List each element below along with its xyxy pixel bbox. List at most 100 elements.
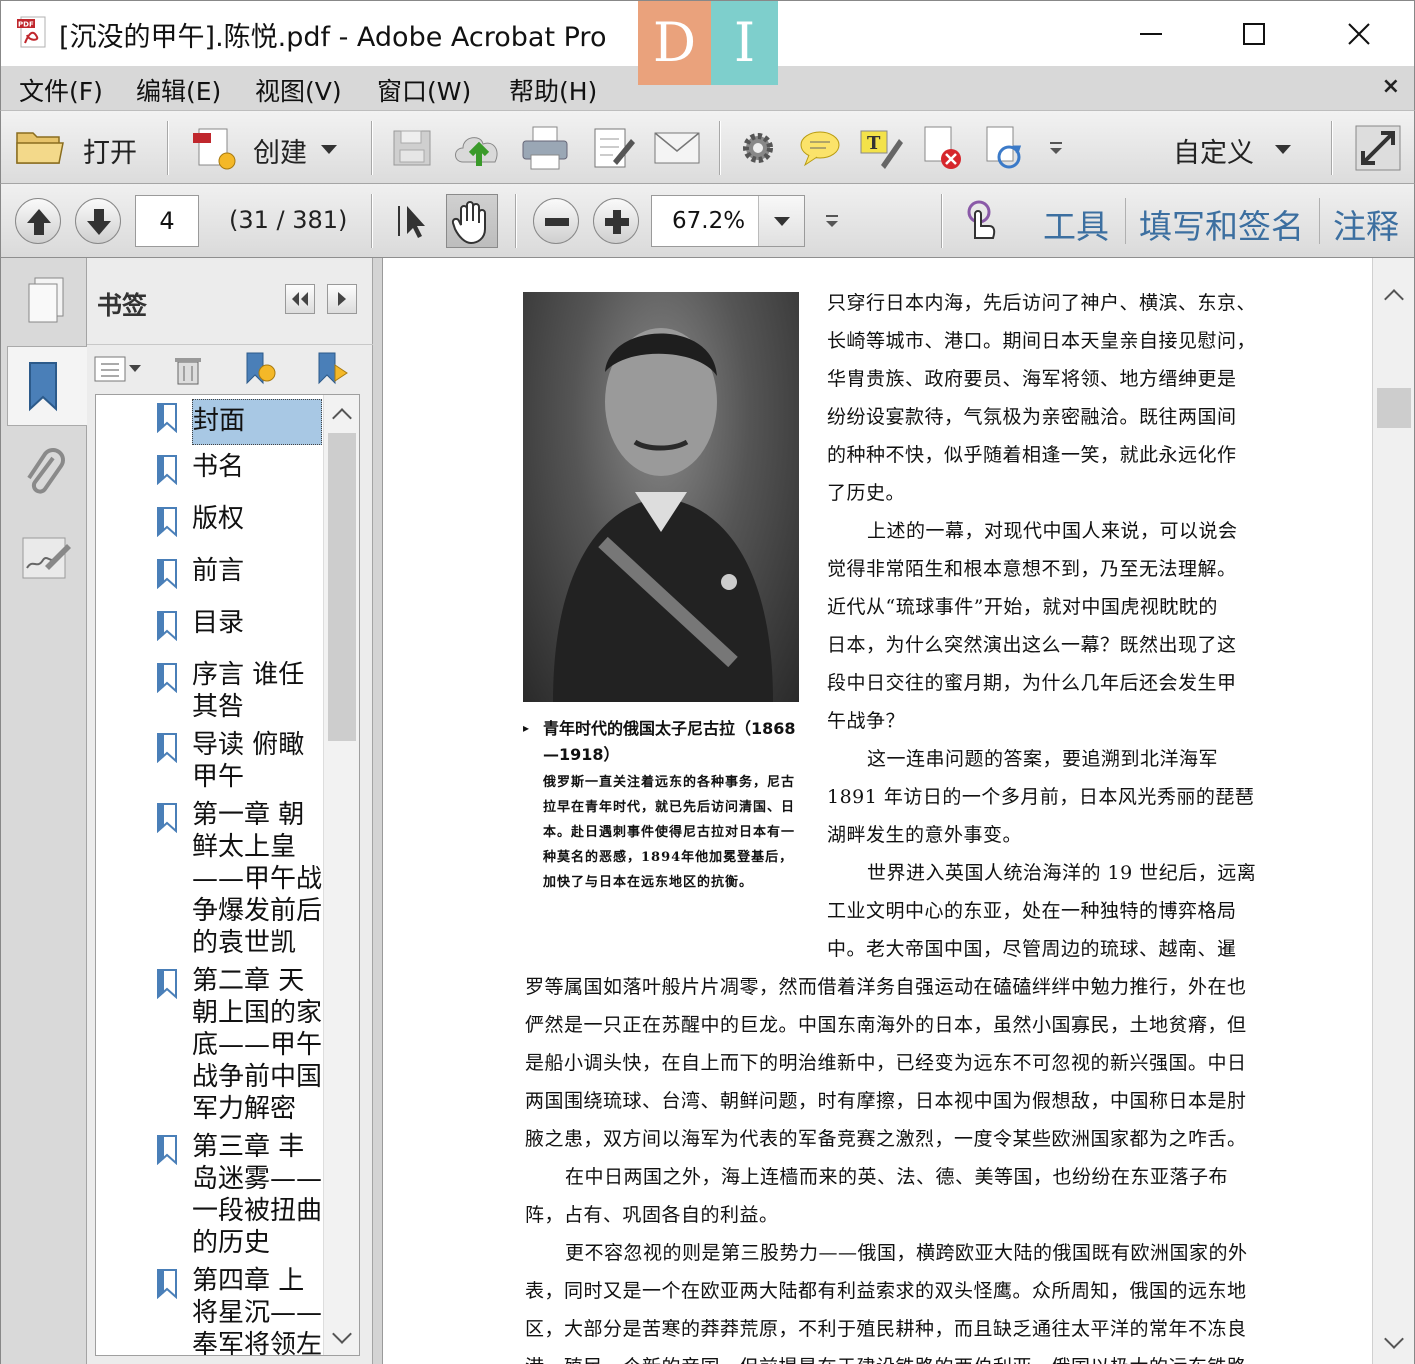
fill-sign-panel-link[interactable]: 填写和签名: [1139, 200, 1304, 248]
watermark-letter-i: I: [711, 1, 778, 85]
tools-panel-link[interactable]: 工具: [1043, 200, 1109, 248]
portrait-photo: [523, 292, 799, 702]
document-view[interactable]: ▸ 青年时代的俄国太子尼古拉（1868—1918） 俄罗斯一直关注着远东的各种事…: [382, 258, 1372, 1364]
bookmark-label: 序言 谁任其咎: [192, 660, 305, 722]
bookmark-item[interactable]: 前言: [96, 555, 324, 605]
arrow-up-icon: [27, 209, 51, 235]
maximize-button[interactable]: [1229, 9, 1279, 59]
bookmarks-tab[interactable]: [7, 346, 88, 426]
text-line: 腋之患，双方间以海军为代表的军备竞赛之激烈，一度令某些欧洲国家都为之咋舌。: [525, 1128, 1247, 1150]
minimize-button[interactable]: [1126, 9, 1176, 59]
text-line: 的种种不快，似乎随着相逢一笑，就此永远化作: [827, 444, 1237, 466]
touch-mode-icon[interactable]: [959, 198, 1003, 244]
document-scroll-thumb[interactable]: [1377, 388, 1411, 428]
document-scrollbar[interactable]: [1372, 258, 1415, 1364]
hand-tool-button[interactable]: [446, 194, 498, 248]
cloud-upload-icon[interactable]: [451, 126, 507, 170]
comment-bubble-icon[interactable]: [799, 129, 841, 167]
page-number-input[interactable]: 4: [135, 195, 199, 247]
bookmark-item[interactable]: 导读 俯瞰甲午: [96, 729, 324, 799]
chevron-down-icon[interactable]: [1384, 1329, 1404, 1349]
bookmark-icon: [157, 663, 177, 693]
menu-help[interactable]: 帮助(H): [509, 72, 597, 108]
bookmark-item[interactable]: 第二章 天朝上国的家底——甲午战争前中国军力解密: [96, 965, 324, 1131]
fullscreen-icon[interactable]: [1355, 125, 1401, 171]
bookmark-icon: [157, 803, 177, 833]
bookmark-item[interactable]: 封面: [96, 399, 324, 449]
bookmark-icon: [157, 969, 177, 999]
title-bar: PDF [沉没的甲午].陈悦.pdf - Adobe Acrobat Pro D…: [0, 0, 1415, 85]
bookmark-item[interactable]: 第四章 上将星沉——奉军将领左: [96, 1265, 324, 1355]
options-menu-icon[interactable]: [93, 353, 145, 385]
svg-text:T: T: [867, 133, 881, 154]
select-cursor-icon[interactable]: [389, 198, 435, 244]
delete-page-icon[interactable]: [921, 125, 965, 171]
zoom-in-button[interactable]: [593, 198, 639, 244]
chevron-up-icon[interactable]: [1384, 289, 1404, 309]
zoom-select[interactable]: 67.2%: [651, 195, 805, 247]
bookmark-item[interactable]: 书名: [96, 451, 324, 501]
close-document-button[interactable]: ×: [1382, 74, 1400, 99]
menu-view[interactable]: 视图(V): [255, 72, 342, 108]
bookmark-icon: [157, 1269, 177, 1299]
trash-icon[interactable]: [173, 353, 203, 387]
text-highlight-icon[interactable]: T: [859, 127, 903, 169]
svg-text:PDF: PDF: [18, 21, 34, 29]
rotate-page-icon[interactable]: [983, 125, 1027, 171]
attachments-tab[interactable]: [9, 434, 81, 514]
panel-options-button[interactable]: [327, 284, 357, 314]
collapse-panel-button[interactable]: [285, 284, 315, 314]
edit-document-icon[interactable]: [591, 125, 637, 171]
more-tools-icon[interactable]: [1047, 139, 1065, 157]
zoom-out-button[interactable]: [533, 198, 579, 244]
text-line: 俨然是一只正在苏醒中的巨龙。中国东南海外的日本，虽然小国寡民，土地贫瘠，但: [525, 1014, 1247, 1036]
previous-page-button[interactable]: [15, 198, 61, 244]
more-tools-icon[interactable]: [823, 212, 841, 230]
gear-icon[interactable]: [739, 129, 777, 167]
comment-panel-link[interactable]: 注释: [1333, 200, 1399, 248]
chevron-up-icon[interactable]: [332, 408, 352, 428]
text-line: 在中日两国之外，海上连樯而来的英、法、德、美等国，也纷纷在东亚落子布: [565, 1166, 1229, 1188]
page-thumbnails-tab[interactable]: [9, 262, 81, 342]
chevron-down-icon[interactable]: [332, 1324, 352, 1344]
create-button[interactable]: 创建: [183, 119, 353, 177]
signatures-tab[interactable]: [9, 520, 81, 600]
page-count: (31 / 381): [229, 206, 348, 234]
panel-splitter[interactable]: [373, 258, 382, 1364]
menu-file[interactable]: 文件(F): [19, 72, 103, 108]
portrait-illustration: [553, 328, 773, 702]
expand-bookmark-icon[interactable]: [315, 351, 349, 387]
print-icon[interactable]: [521, 125, 569, 171]
text-line: 近代从“琉球事件”开始，就对中国虎视眈眈的: [827, 596, 1218, 618]
customize-label: 自定义: [1173, 138, 1254, 169]
new-bookmark-icon[interactable]: [243, 351, 277, 387]
bookmarks-scrollbar[interactable]: [323, 395, 359, 1355]
bookmark-label: 版权: [192, 504, 245, 534]
photo-caption-body: 俄罗斯一直关注着远东的各种事务，尼古拉早在青年时代，就已先后访问清国、日本。赴日…: [543, 775, 796, 890]
customize-button[interactable]: 自定义: [1161, 119, 1311, 177]
bookmark-item[interactable]: 第一章 朝鲜太上皇——甲午战争爆发前后的袁世凯: [96, 799, 324, 965]
open-button[interactable]: 打开: [9, 119, 149, 177]
next-page-button[interactable]: [75, 198, 121, 244]
text-line: 长崎等城市、港口。期间日本天皇亲自接见慰问，: [827, 330, 1257, 352]
main-toolbar: 打开 创建 T 自定义: [0, 110, 1415, 184]
save-icon[interactable]: [391, 128, 433, 168]
close-window-button[interactable]: [1334, 9, 1384, 59]
bookmark-item[interactable]: 序言 谁任其咎: [96, 659, 324, 729]
text-line: 罗等属国如落叶般片片凋零，然而借着洋务自强运动在磕磕绊绊中勉力推行，外在也: [525, 976, 1247, 998]
text-line: 上述的一幕，对现代中国人来说，可以说会: [867, 520, 1238, 542]
bookmarks-panel-title: 书签: [97, 291, 148, 320]
pages-icon: [28, 277, 64, 323]
menu-edit[interactable]: 编辑(E): [136, 72, 221, 108]
menu-window[interactable]: 窗口(W): [377, 72, 471, 108]
zoom-dropdown-button[interactable]: [758, 196, 804, 246]
bookmarks-scroll-thumb[interactable]: [328, 433, 356, 741]
bookmark-label: 封面: [192, 399, 322, 445]
bookmark-item[interactable]: 第三章 丰岛迷雾——一段被扭曲的历史: [96, 1131, 324, 1265]
bookmark-item[interactable]: 版权: [96, 503, 324, 553]
bookmark-item[interactable]: 目录: [96, 607, 324, 657]
bookmark-icon: [157, 559, 177, 589]
email-icon[interactable]: [653, 131, 701, 165]
text-line: 阵，占有、巩固各自的利益。: [525, 1204, 779, 1226]
window-title: [沉没的甲午].陈悦.pdf - Adobe Acrobat Pro: [59, 22, 607, 53]
